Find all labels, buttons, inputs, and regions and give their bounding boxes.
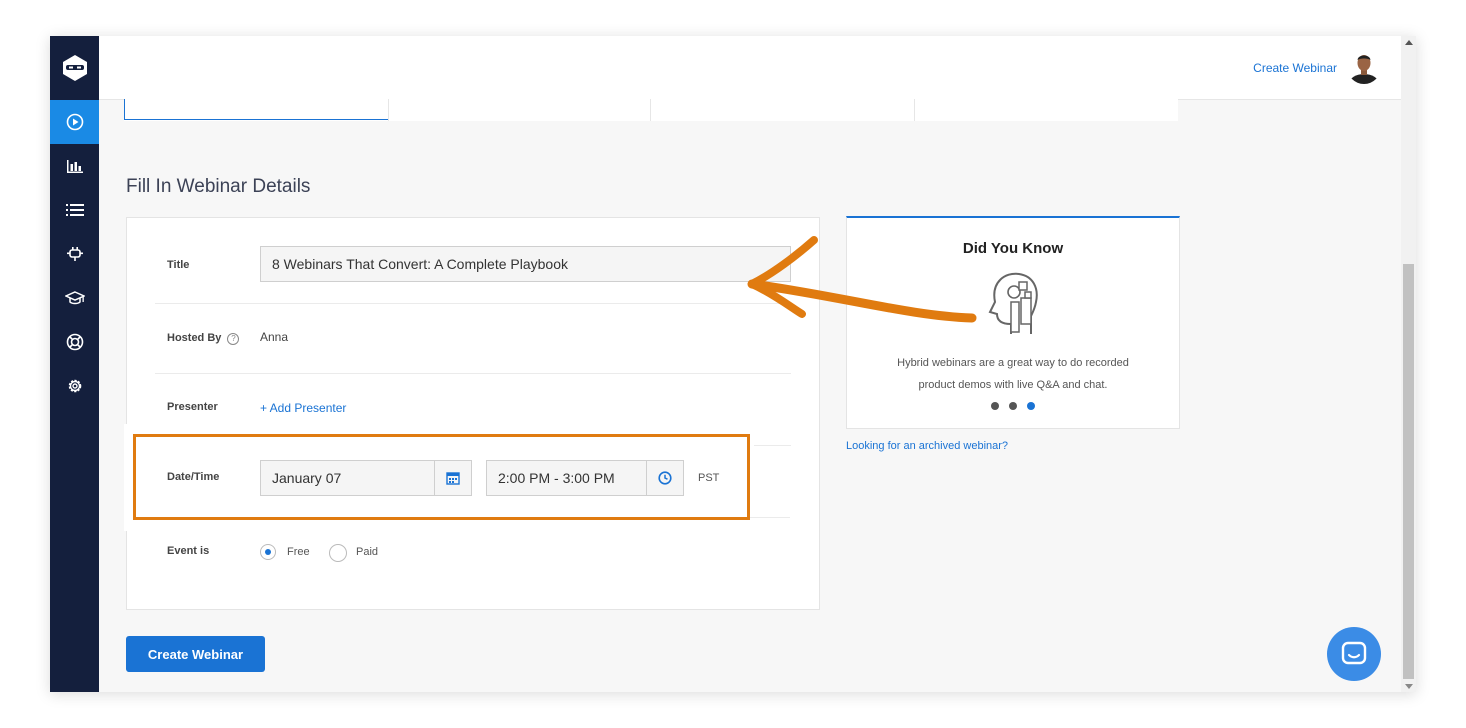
- sidebar: [50, 36, 99, 692]
- logo[interactable]: [50, 36, 99, 100]
- archived-webinar-link[interactable]: Looking for an archived webinar?: [846, 440, 1008, 452]
- head-gears-icon: [988, 272, 1038, 334]
- plug-icon: [66, 247, 83, 261]
- webinar-details-form: Title 8 Webinars That Convert: A Complet…: [126, 217, 820, 610]
- title-value: 8 Webinars That Convert: A Complete Play…: [272, 256, 568, 272]
- tab-divider: [914, 99, 915, 121]
- chat-button[interactable]: [1327, 627, 1381, 681]
- avatar[interactable]: [1347, 50, 1381, 84]
- hosted-by-label: Hosted By ?: [167, 332, 240, 345]
- carousel-dot-active[interactable]: [1027, 402, 1035, 410]
- radio-free[interactable]: [260, 544, 276, 560]
- sidebar-item-list[interactable]: [50, 188, 99, 232]
- paid-label: Paid: [356, 546, 379, 558]
- arrow-annotation-icon: [747, 236, 977, 323]
- hosted-by-text: Hosted By: [167, 332, 222, 344]
- did-you-know-line: product demos with live Q&A and chat.: [918, 379, 1108, 391]
- user-avatar-icon: [1347, 50, 1381, 84]
- scrollbar[interactable]: [1401, 36, 1416, 692]
- event-is-label: Event is: [167, 545, 210, 557]
- did-you-know-text: Hybrid webinars are a great way to do re…: [867, 352, 1159, 396]
- scroll-thumb[interactable]: [1403, 264, 1414, 679]
- play-circle-icon: [66, 113, 83, 131]
- sidebar-item-analytics[interactable]: [50, 144, 99, 188]
- sidebar-item-support[interactable]: [50, 320, 99, 364]
- carousel-dot[interactable]: [1009, 402, 1017, 410]
- create-webinar-link[interactable]: Create Webinar: [1253, 61, 1337, 75]
- chat-icon: [1341, 641, 1367, 665]
- sidebar-item-webinars[interactable]: [50, 100, 99, 144]
- webinar-type-tabs: [124, 99, 1178, 121]
- help-icon[interactable]: ?: [227, 333, 240, 345]
- presenter-label: Presenter: [167, 401, 218, 413]
- title-input[interactable]: 8 Webinars That Convert: A Complete Play…: [260, 246, 791, 282]
- app-window: Create Webinar Fill In Webinar Details T…: [50, 36, 1416, 692]
- free-label: Free: [287, 546, 310, 558]
- scroll-down-icon[interactable]: [1405, 684, 1413, 689]
- scroll-up-icon[interactable]: [1405, 40, 1413, 45]
- carousel-dot[interactable]: [991, 402, 999, 410]
- page-title: Fill In Webinar Details: [126, 176, 311, 197]
- gear-icon: [68, 379, 81, 393]
- sidebar-item-integrations[interactable]: [50, 232, 99, 276]
- add-presenter-link[interactable]: + Add Presenter: [260, 401, 346, 415]
- sidebar-item-settings[interactable]: [50, 364, 99, 408]
- create-webinar-button[interactable]: Create Webinar: [126, 636, 265, 672]
- highlight-annotation: [133, 434, 750, 520]
- radio-paid[interactable]: [329, 544, 347, 562]
- title-label: Title: [167, 259, 190, 271]
- graduation-cap-icon: [64, 291, 85, 305]
- divider: [155, 303, 791, 304]
- did-you-know-line: Hybrid webinars are a great way to do re…: [897, 357, 1129, 369]
- tab-divider: [650, 99, 651, 121]
- divider: [155, 373, 791, 374]
- tab-selected[interactable]: [124, 99, 389, 120]
- ninja-logo-icon: [62, 55, 87, 81]
- hosted-by-value: Anna: [260, 330, 289, 344]
- list-icon: [65, 204, 84, 216]
- tab-divider: [388, 99, 389, 121]
- sidebar-item-academy[interactable]: [50, 276, 99, 320]
- top-bar: Create Webinar: [99, 36, 1401, 100]
- lifebuoy-icon: [66, 333, 83, 351]
- bar-chart-icon: [66, 160, 83, 173]
